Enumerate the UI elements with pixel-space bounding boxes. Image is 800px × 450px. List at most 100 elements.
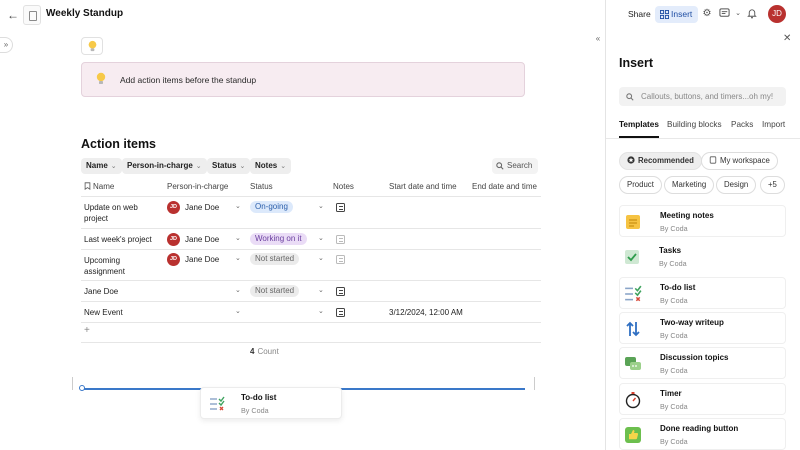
insert-button[interactable]: Insert <box>655 6 698 23</box>
template-to-do-list[interactable]: To-do list By Coda <box>619 277 786 309</box>
add-row-button[interactable]: + <box>84 325 90 336</box>
template-author: By Coda <box>660 437 688 446</box>
column-header-start[interactable]: Start date and time <box>389 182 457 191</box>
share-button[interactable]: Share <box>628 9 651 19</box>
status-badge[interactable]: Not started <box>250 253 300 265</box>
chevron-down-icon[interactable]: ⌄ <box>235 254 241 262</box>
template-done-reading-button[interactable]: Done reading button By Coda <box>619 418 786 450</box>
notes-icon[interactable] <box>336 287 345 296</box>
tab-import[interactable]: Import <box>762 120 785 129</box>
star-badge-icon <box>627 156 635 164</box>
gear-icon[interactable]: ⚙ <box>701 8 713 20</box>
chevron-down-icon[interactable]: ⌄ <box>318 286 324 294</box>
person-name[interactable]: Jane Doe <box>185 255 219 264</box>
close-icon[interactable]: ✕ <box>783 33 791 44</box>
chevron-down-icon[interactable]: ⌄ <box>235 286 241 294</box>
person-name[interactable]: Jane Doe <box>185 203 219 212</box>
callout-box[interactable]: Add action items before the standup <box>81 62 525 97</box>
template-timer[interactable]: Timer By Coda <box>619 383 786 415</box>
status-badge[interactable]: On-going <box>250 201 293 213</box>
table-row[interactable]: Jane Doe ⌄ Not started ⌄ <box>81 281 541 301</box>
row-name[interactable]: New Event <box>84 308 123 317</box>
chevron-down-icon[interactable]: ⌄ <box>732 8 744 20</box>
notes-icon[interactable] <box>336 308 345 317</box>
template-author: By Coda <box>659 259 687 268</box>
chevron-down-icon[interactable]: ⌄ <box>235 307 241 315</box>
bell-icon[interactable] <box>746 8 758 20</box>
chip-label: Recommended <box>638 156 694 165</box>
doc-title[interactable]: Weekly Standup <box>46 8 123 19</box>
column-header-person[interactable]: Person-in-charge <box>167 182 228 191</box>
chip-product[interactable]: Product <box>619 176 662 194</box>
grid-icon <box>660 10 669 19</box>
filter-person-button[interactable]: Person-in-charge ⌄ <box>122 158 207 174</box>
notes-icon[interactable] <box>336 255 345 264</box>
template-author: By Coda <box>241 406 269 415</box>
chip-recommended[interactable]: Recommended <box>619 152 702 170</box>
person-name[interactable]: Jane Doe <box>185 235 219 244</box>
search-placeholder: Callouts, buttons, and timers...oh my! <box>641 92 774 101</box>
chevron-down-icon[interactable]: ⌄ <box>318 254 324 262</box>
chevron-down-icon[interactable]: ⌄ <box>235 234 241 242</box>
checklist-icon <box>210 396 225 411</box>
notes-icon[interactable] <box>336 235 345 244</box>
avatar: JD <box>167 233 180 246</box>
insert-label: Insert <box>671 9 693 19</box>
comment-icon[interactable] <box>718 8 730 20</box>
user-avatar[interactable]: JD <box>768 5 786 23</box>
chevron-down-icon[interactable]: ⌄ <box>235 202 241 210</box>
back-arrow-icon[interactable]: ← <box>6 8 20 22</box>
column-header-status[interactable]: Status <box>250 182 273 191</box>
doc-topbar: ← Weekly Standup <box>0 0 605 30</box>
column-header-notes[interactable]: Notes <box>333 182 354 191</box>
table-row[interactable]: Upcoming assignment JD Jane Doe ⌄ Not sta… <box>81 250 541 280</box>
lightbulb-icon <box>95 72 107 88</box>
template-search-input[interactable]: Callouts, buttons, and timers...oh my! <box>619 87 786 106</box>
template-two-way-writeup[interactable]: Two-way writeup By Coda <box>619 312 786 344</box>
template-author: By Coda <box>660 402 688 411</box>
row-name[interactable]: Jane Doe <box>84 287 118 296</box>
chip-more[interactable]: +5 <box>760 176 785 194</box>
template-meeting-notes[interactable]: Meeting notes By Coda <box>619 205 786 237</box>
chevron-down-icon: ⌄ <box>195 163 202 170</box>
column-header-label: Name <box>93 182 115 191</box>
row-name[interactable]: Upcoming assignment <box>84 255 125 277</box>
template-name: Done reading button <box>660 424 739 433</box>
column-header-end[interactable]: End date and time <box>472 182 537 191</box>
active-tab-indicator <box>619 136 659 138</box>
expand-sidebar-icon[interactable]: » <box>0 37 13 53</box>
row-name[interactable]: Update on web project <box>84 202 138 224</box>
template-tasks[interactable]: Tasks By Coda <box>619 241 786 273</box>
filter-name-button[interactable]: Name ⌄ <box>81 158 122 174</box>
dragged-template-card[interactable]: To-do list By Coda <box>200 387 342 419</box>
doc-page-icon[interactable] <box>23 5 41 25</box>
chip-marketing[interactable]: Marketing <box>664 176 715 194</box>
table-row[interactable]: Update on web project JD Jane Doe ⌄ On-go… <box>81 197 541 228</box>
tab-packs[interactable]: Packs <box>731 120 753 129</box>
chevron-down-icon[interactable]: ⌄ <box>318 234 324 242</box>
status-badge[interactable]: Working on it <box>250 233 307 245</box>
tab-templates[interactable]: Templates <box>619 120 659 129</box>
row-name[interactable]: Last week's project <box>84 235 152 244</box>
table-row[interactable]: New Event ⌄ ⌄ 3/12/2024, 12:00 AM <box>81 302 541 322</box>
callout-text[interactable]: Add action items before the standup <box>120 75 256 85</box>
table-row[interactable]: Last week's project JD Jane Doe ⌄ Workin… <box>81 229 541 249</box>
filter-notes-button[interactable]: Notes ⌄ <box>250 158 292 174</box>
filter-status-button[interactable]: Status ⌄ <box>207 158 251 174</box>
template-discussion-topics[interactable]: Discussion topics By Coda <box>619 347 786 379</box>
tab-building-blocks[interactable]: Building blocks <box>667 120 722 129</box>
chip-my-workspace[interactable]: My workspace <box>701 152 778 170</box>
column-header-name[interactable]: Name <box>84 182 114 191</box>
tab-divider <box>606 138 800 139</box>
chevron-down-icon[interactable]: ⌄ <box>318 307 324 315</box>
collapse-panel-icon[interactable]: « <box>591 32 605 46</box>
notes-icon[interactable] <box>336 203 345 212</box>
chevron-down-icon[interactable]: ⌄ <box>318 202 324 210</box>
status-badge[interactable]: Not started <box>250 285 300 297</box>
table-title[interactable]: Action items <box>81 137 156 151</box>
avatar: JD <box>167 201 180 214</box>
chip-design[interactable]: Design <box>716 176 757 194</box>
table-search-button[interactable]: Search <box>492 158 538 174</box>
callout-icon-button[interactable] <box>81 37 103 55</box>
start-date-cell[interactable]: 3/12/2024, 12:00 AM <box>389 308 463 317</box>
